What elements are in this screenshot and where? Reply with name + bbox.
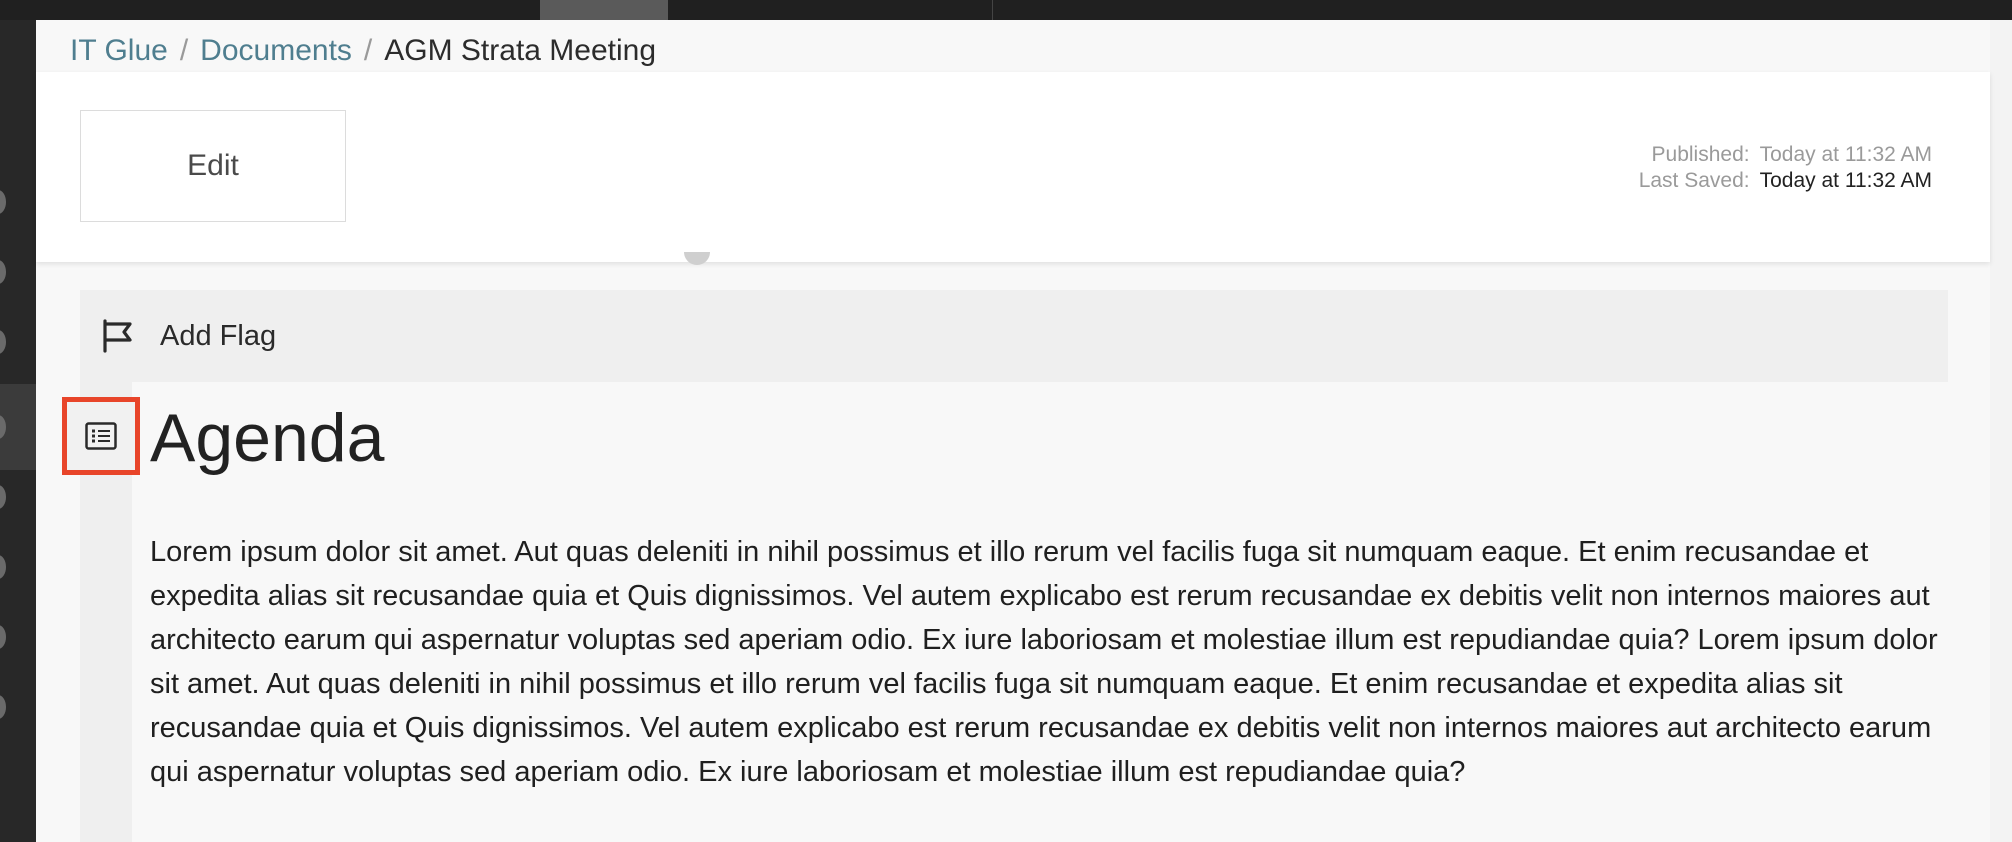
last-saved-value: Today at 11:32 AM	[1759, 169, 1932, 192]
document-meta: Published: Today at 11:32 AM Last Saved:…	[1639, 142, 1932, 194]
sidebar-nav-icon[interactable]	[0, 555, 6, 579]
published-value: Today at 11:32 AM	[1759, 143, 1932, 166]
breadcrumb-link-it-glue[interactable]: IT Glue	[70, 34, 168, 67]
breadcrumb-separator: /	[363, 34, 373, 67]
right-edge	[1990, 20, 2012, 842]
published-label: Published:	[1651, 143, 1750, 166]
section-body: Lorem ipsum dolor sit amet. Aut quas del…	[150, 536, 1938, 788]
published-row: Published: Today at 11:32 AM	[1639, 142, 1932, 168]
breadcrumb: IT Glue / Documents / AGM Strata Meeting	[70, 34, 656, 68]
sidebar-nav-icon[interactable]	[0, 330, 6, 354]
breadcrumb-link-documents[interactable]: Documents	[200, 34, 352, 67]
top-bar-divider	[992, 0, 993, 20]
document-header: Edit Published: Today at 11:32 AM Last S…	[36, 72, 1990, 262]
add-flag-label: Add Flag	[160, 319, 277, 352]
sidebar-nav-icon[interactable]	[0, 190, 6, 214]
sidebar-nav-icon[interactable]	[0, 625, 6, 649]
add-flag-button[interactable]: Add Flag	[80, 290, 1948, 382]
flag-icon	[100, 319, 134, 353]
sidebar-nav-icon[interactable]	[0, 260, 6, 284]
breadcrumb-separator: /	[179, 34, 189, 67]
top-bar-tab[interactable]	[540, 0, 668, 20]
top-bar	[0, 0, 2012, 20]
last-saved-label: Last Saved:	[1638, 169, 1750, 192]
edit-button[interactable]: Edit	[80, 110, 346, 222]
sidebar-nav-icon[interactable]	[0, 485, 6, 509]
sidebar-nav-icon[interactable]	[0, 695, 6, 719]
list-icon[interactable]	[62, 397, 140, 475]
last-saved-row: Last Saved: Today at 11:32 AM	[1639, 168, 1932, 194]
section-title: Agenda	[150, 400, 385, 476]
left-sidebar	[0, 20, 36, 842]
breadcrumb-current: AGM Strata Meeting	[384, 34, 657, 67]
